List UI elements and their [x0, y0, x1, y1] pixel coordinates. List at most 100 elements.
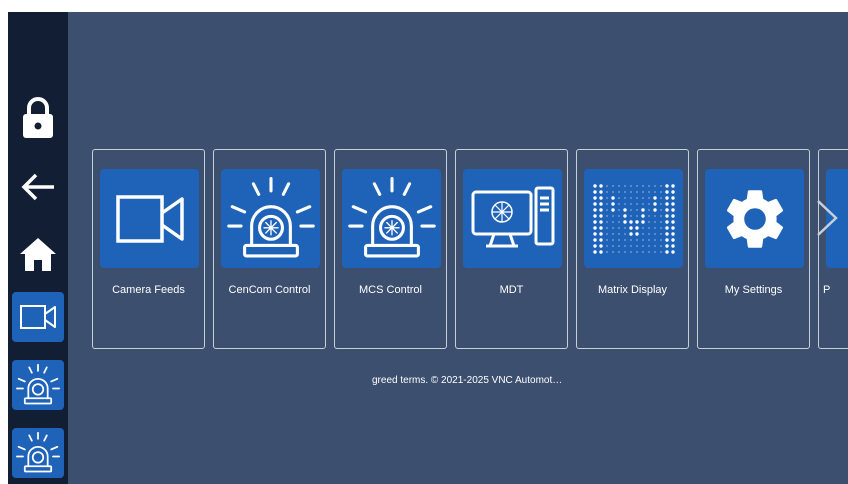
matrix-dot [623, 196, 626, 199]
matrix-dot [605, 244, 608, 247]
tile-mdt[interactable]: MDT [455, 149, 568, 349]
back-button[interactable] [12, 162, 64, 212]
matrix-dot [664, 213, 669, 218]
siren-icon [16, 431, 60, 473]
matrix-dot [641, 244, 644, 247]
matrix-dot [659, 184, 662, 187]
matrix-dot [670, 207, 675, 212]
matrix-dot [617, 226, 620, 229]
matrix-dot [653, 238, 656, 241]
matrix-dot [611, 244, 614, 247]
tile-my-settings[interactable]: My Settings [697, 149, 810, 349]
matrix-dot [592, 225, 597, 230]
camera-icon [115, 194, 184, 243]
matrix-dot [635, 244, 638, 247]
matrix-dot [617, 220, 620, 223]
camera-icon [20, 305, 56, 329]
matrix-dot [670, 249, 675, 254]
matrix-dot [647, 208, 650, 211]
matrix-dot [647, 220, 650, 223]
matrix-dot [664, 195, 669, 200]
matrix-dot [647, 226, 650, 229]
tile-cencom-control[interactable]: CenCom Control [213, 149, 326, 349]
matrix-dot [605, 190, 608, 193]
chevron-right-icon[interactable] [814, 198, 840, 238]
sidebar-camera-feeds[interactable] [12, 292, 64, 342]
matrix-dot [670, 213, 675, 218]
matrix-dot [659, 214, 662, 217]
matrix-dot [598, 249, 603, 254]
matrix-dot [647, 244, 650, 247]
matrix-dot [640, 219, 645, 224]
matrix-dot [653, 190, 656, 193]
matrix-dot [635, 184, 638, 187]
home-button[interactable] [12, 229, 64, 279]
matrix-dot [670, 219, 675, 224]
tile-label: P [823, 284, 831, 296]
matrix-dot [598, 243, 603, 248]
matrix-dot [653, 232, 656, 235]
tile-camera-feeds[interactable]: Camera Feeds [92, 149, 205, 349]
matrix-dot [598, 195, 603, 200]
matrix-dot [634, 225, 639, 230]
matrix-dot [623, 202, 626, 205]
matrix-dot [623, 190, 626, 193]
home-icon [20, 238, 56, 271]
tile-matrix-display[interactable]: Matrix Display [576, 149, 689, 349]
gear-icon [726, 189, 783, 248]
matrix-dot [592, 219, 597, 224]
matrix-dot [647, 214, 650, 217]
matrix-dot [598, 219, 603, 224]
matrix-dot [640, 207, 645, 212]
matrix-dot [628, 231, 633, 236]
matrix-dot [617, 244, 620, 247]
tile-partial[interactable]: P [818, 149, 848, 349]
matrix-dot [592, 201, 597, 206]
tile-label: MDT [499, 284, 524, 296]
lock-button[interactable] [12, 92, 64, 142]
matrix-dot [611, 220, 614, 223]
matrix-dot [659, 250, 662, 253]
tile-mcs-control[interactable]: MCS Control [334, 149, 447, 349]
matrix-dot [605, 226, 608, 229]
matrix-dot [664, 225, 669, 230]
matrix-dot [647, 190, 650, 193]
matrix-dot [653, 220, 656, 223]
matrix-dot [664, 243, 669, 248]
matrix-dot [598, 213, 603, 218]
matrix-dot [598, 231, 603, 236]
matrix-dot [659, 202, 662, 205]
matrix-dot [622, 207, 627, 212]
matrix-dot [605, 250, 608, 253]
matrix-dot [641, 184, 644, 187]
matrix-dot [664, 189, 669, 194]
matrix-dot [605, 184, 608, 187]
matrix-dot [598, 207, 603, 212]
computer-icon [471, 186, 554, 247]
matrix-dot [670, 201, 675, 206]
matrix-dot [634, 231, 639, 236]
matrix-dot [617, 238, 620, 241]
matrix-dot [659, 244, 662, 247]
back-arrow-icon [21, 173, 54, 201]
app-tile-strip: Camera Feeds CenCom Control MCS Control … [92, 149, 848, 351]
matrix-dot [617, 208, 620, 211]
matrix-dot [628, 225, 633, 230]
matrix-dot [629, 250, 632, 253]
matrix-dot [653, 244, 656, 247]
matrix-dot [611, 238, 614, 241]
matrix-dot [641, 238, 644, 241]
matrix-dot [670, 237, 675, 242]
tile-label: My Settings [724, 284, 783, 296]
matrix-dot [611, 232, 614, 235]
sidebar-mcs-control[interactable] [12, 428, 64, 478]
tile-icon-bg [463, 169, 562, 268]
tile-icon-bg [342, 169, 441, 268]
matrix-dot [635, 190, 638, 193]
matrix-dot [640, 213, 645, 218]
sidebar-cencom-control[interactable] [12, 360, 64, 410]
matrix-dot [592, 213, 597, 218]
matrix-dot [605, 208, 608, 211]
matrix-dot [664, 207, 669, 212]
matrix-dot [611, 226, 614, 229]
